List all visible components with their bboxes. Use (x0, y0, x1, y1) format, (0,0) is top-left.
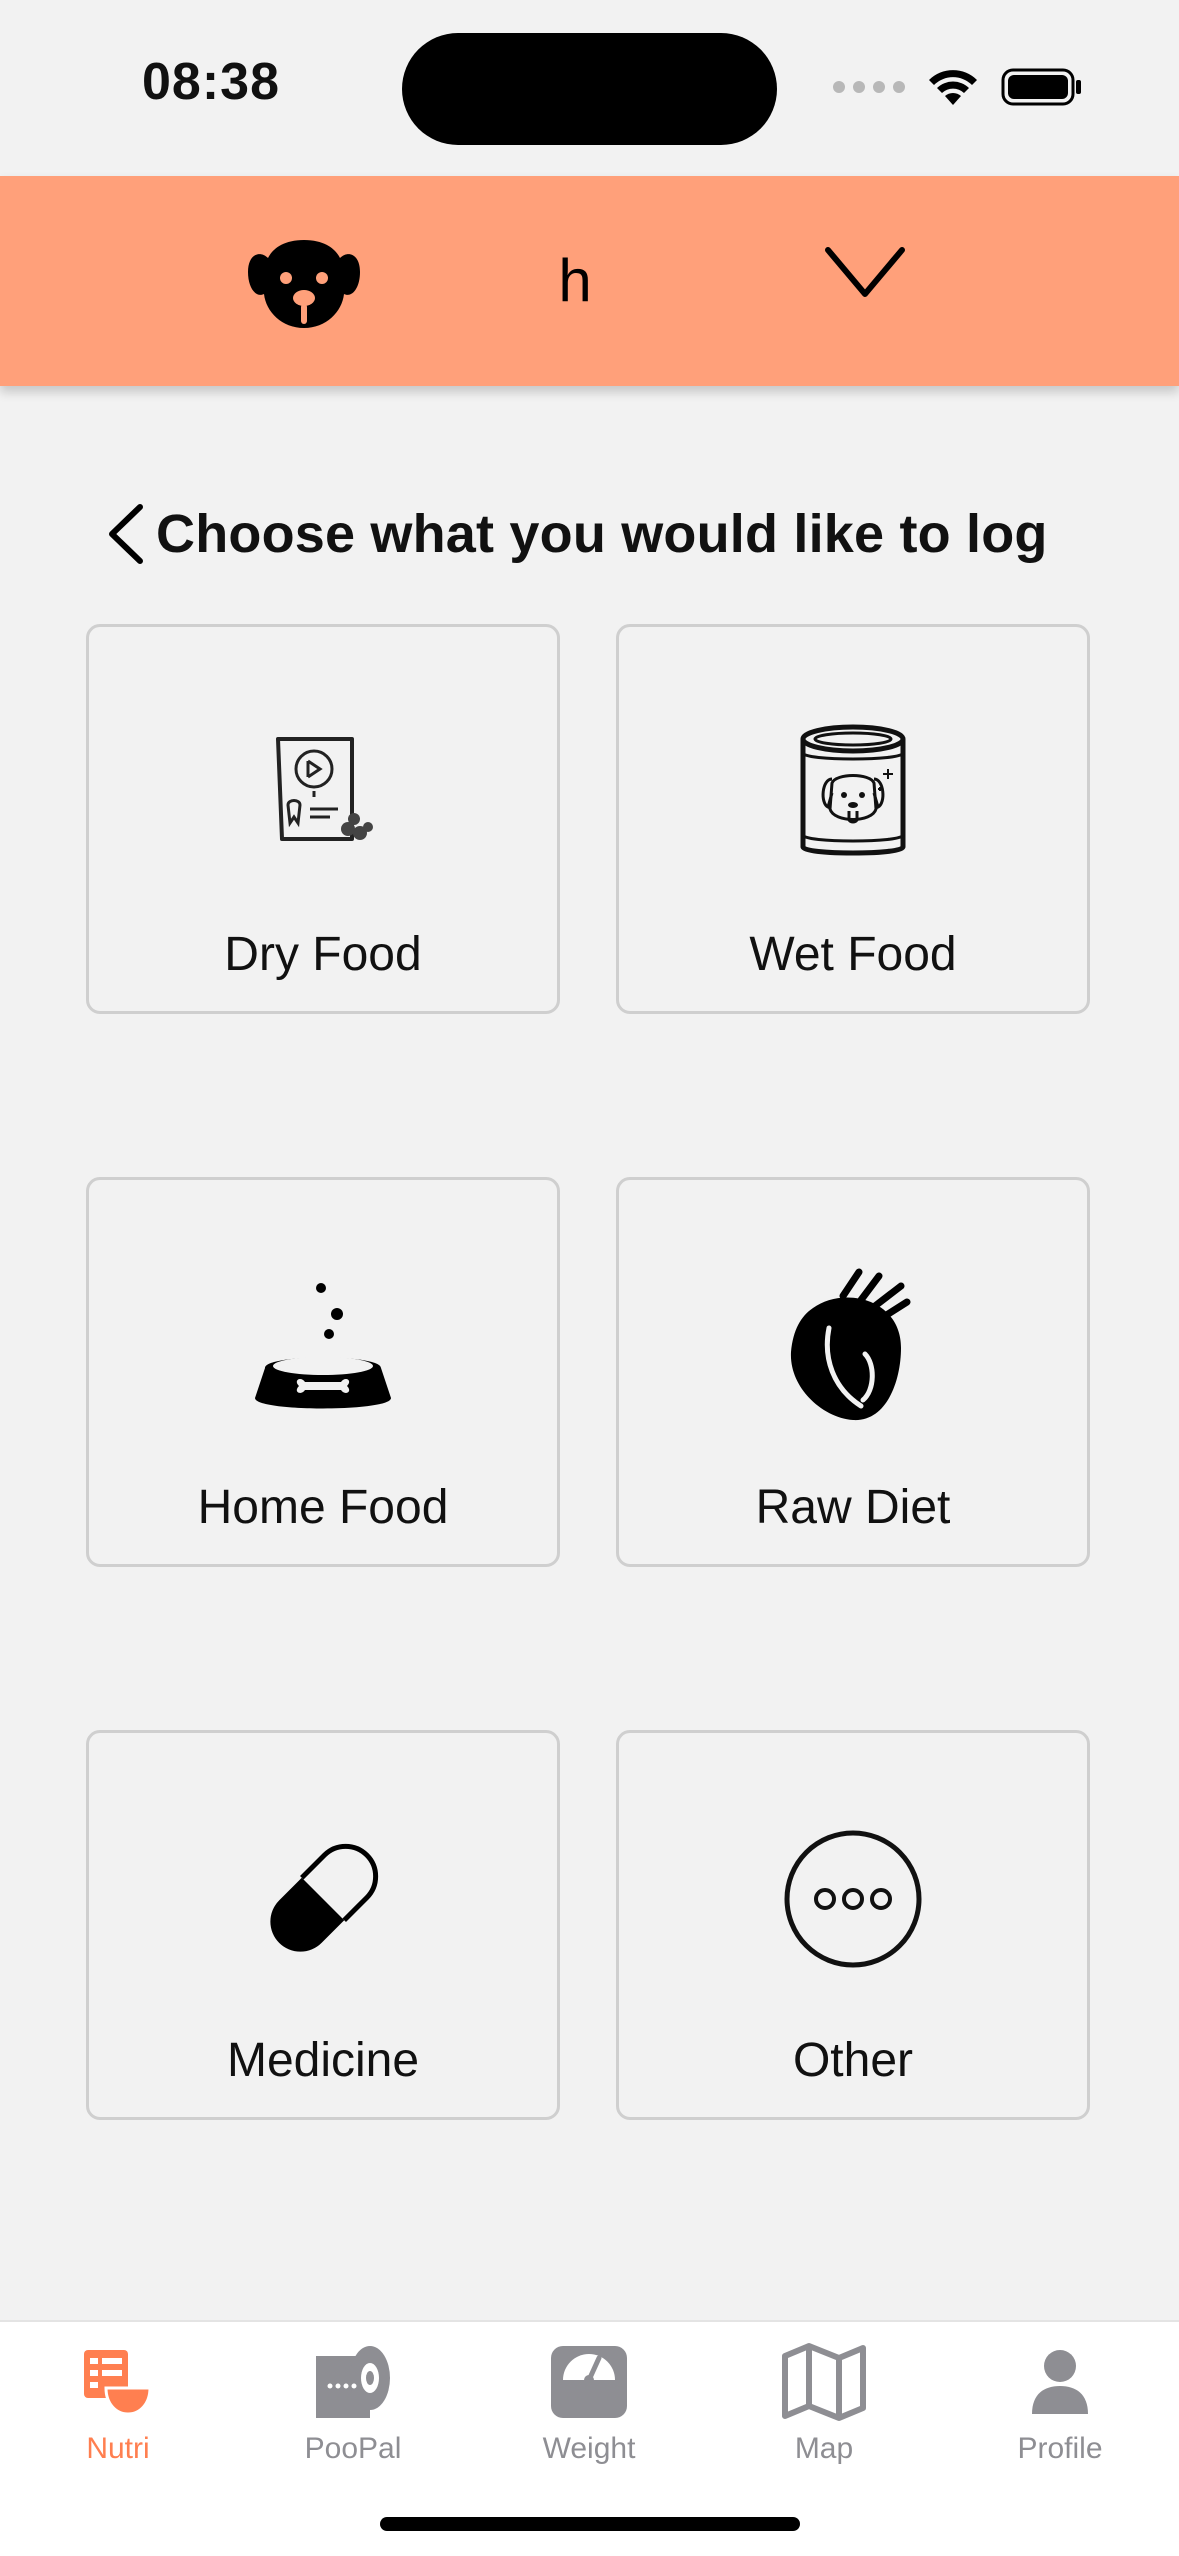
pet-selector-header[interactable]: h (0, 176, 1179, 386)
cellular-signal-icon (833, 81, 905, 93)
tab-label: PooPal (304, 2432, 402, 2465)
chevron-down-icon[interactable] (822, 242, 908, 302)
home-indicator (380, 2517, 800, 2531)
tab-poopal[interactable]: PooPal (253, 2342, 453, 2492)
chevron-left-icon[interactable] (100, 499, 150, 569)
battery-icon (1001, 68, 1081, 106)
pet-name: h (558, 247, 592, 314)
medicine-card[interactable]: Medicine (86, 1730, 560, 2120)
tab-label: Profile (1017, 2432, 1103, 2465)
card-label: Home Food (197, 1481, 449, 1534)
card-label: Dry Food (224, 928, 422, 981)
dynamic-island (402, 33, 777, 145)
person-icon (1032, 2350, 1088, 2414)
tab-weight[interactable]: Weight (489, 2342, 689, 2492)
dog-face-icon (248, 240, 360, 328)
card-label: Raw Diet (755, 1481, 951, 1534)
scale-icon (551, 2346, 627, 2418)
tab-map[interactable]: Map (724, 2342, 924, 2492)
map-icon (782, 2343, 866, 2421)
card-label: Other (792, 2034, 914, 2087)
dog-bowl-icon (255, 1283, 391, 1409)
pill-icon (270, 1843, 379, 1952)
page-title: Choose what you would like to log (156, 504, 1048, 564)
dry-food-card[interactable]: Dry Food (86, 624, 560, 1014)
tab-label: Nutri (86, 2432, 150, 2465)
dry-food-bag-icon (276, 737, 373, 841)
screen: 08:38 h Choose what you would like to lo… (0, 0, 1179, 2556)
tab-profile[interactable]: Profile (960, 2342, 1160, 2492)
raw-diet-card[interactable]: Raw Diet (616, 1177, 1090, 1567)
wet-food-card[interactable]: Wet Food (616, 624, 1090, 1014)
more-dots-icon (784, 1830, 922, 1968)
status-icons (833, 62, 1083, 112)
home-food-card[interactable]: Home Food (86, 1177, 560, 1567)
status-bar: 08:38 (0, 0, 1179, 176)
status-time: 08:38 (142, 53, 280, 111)
wifi-icon (929, 70, 977, 105)
raw-meat-icon (790, 1268, 911, 1421)
tab-nutri[interactable]: Nutri (18, 2342, 218, 2492)
title-row: Choose what you would like to log (100, 496, 1048, 572)
tab-label: Weight (542, 2432, 636, 2465)
nutri-icon (84, 2350, 152, 2416)
wet-food-can-icon (800, 724, 906, 856)
tab-label: Map (794, 2432, 854, 2465)
card-label: Wet Food (749, 928, 957, 981)
card-label: Medicine (226, 2034, 420, 2087)
poopal-roll-icon (316, 2346, 390, 2418)
other-card[interactable]: Other (616, 1730, 1090, 2120)
